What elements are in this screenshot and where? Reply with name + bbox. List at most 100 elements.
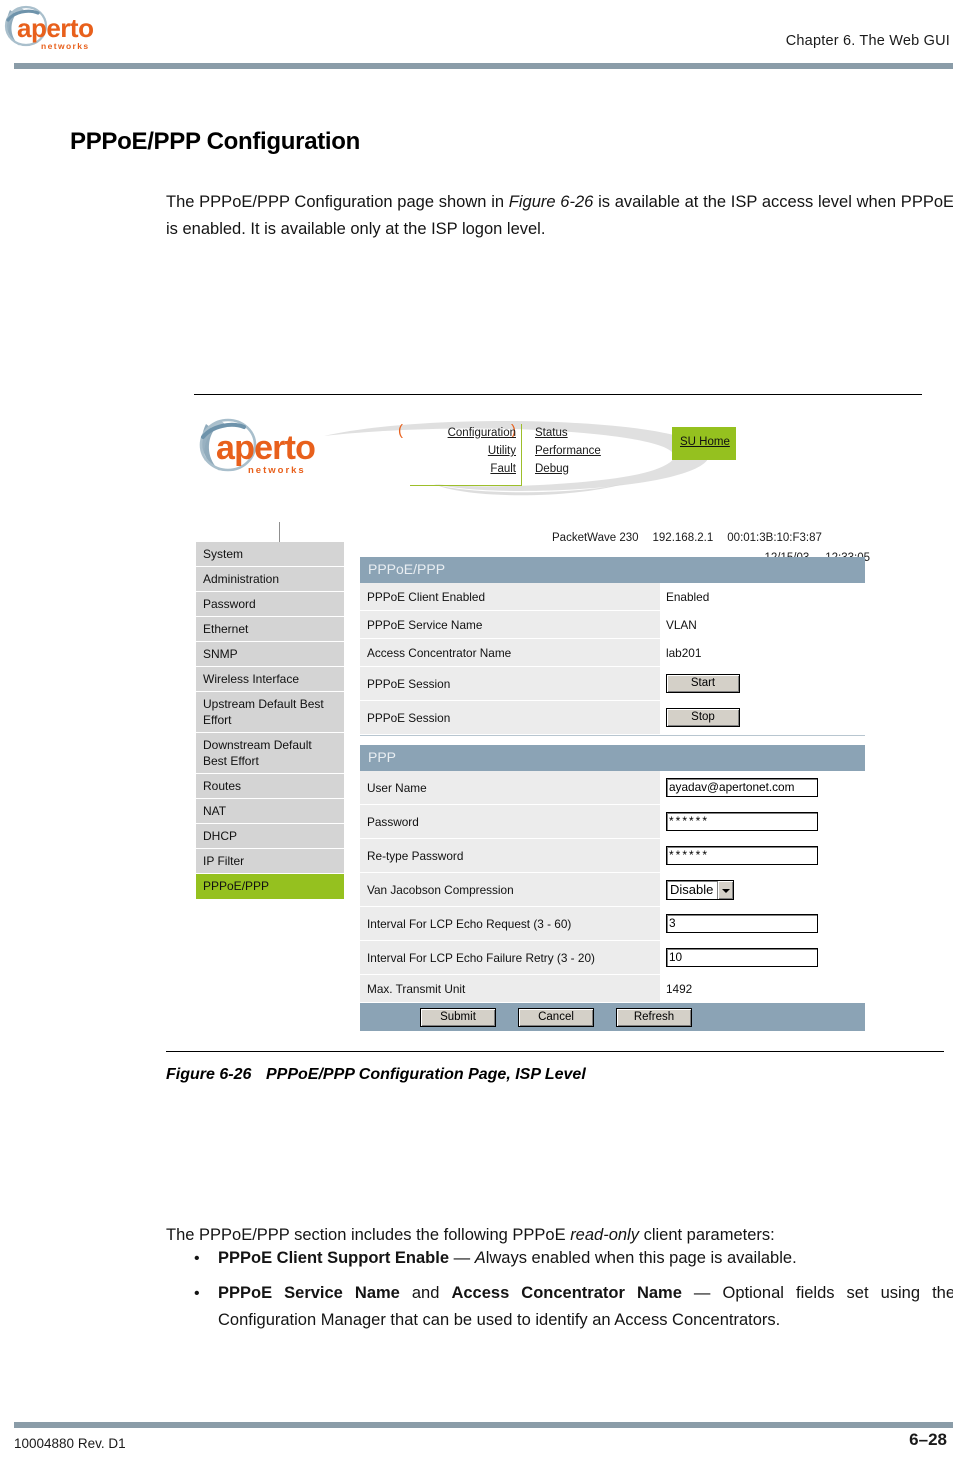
svg-text:aperto: aperto <box>17 13 93 43</box>
password-input[interactable]: ****** <box>666 812 818 831</box>
row-value-van-jacobson-compression: Disable <box>660 873 865 906</box>
row-label-pppoe-client-enabled: PPPoE Client Enabled <box>360 583 660 610</box>
row-value-max-transmit-unit: 1492 <box>660 975 865 1002</box>
row-value-user-name: ayadav@apertonet.com <box>660 771 865 804</box>
submit-button[interactable]: Submit <box>420 1007 496 1027</box>
row-label-lcp-echo-request-interval: Interval For LCP Echo Request (3 - 60) <box>360 907 660 940</box>
start-button[interactable]: Start <box>666 674 740 693</box>
row-label-max-transmit-unit: Max. Transmit Unit <box>360 975 660 1002</box>
lcp-echo-request-interval-input[interactable]: 3 <box>666 914 818 933</box>
device-model: PacketWave 230 <box>552 532 639 544</box>
sidebar-item-downstream-default-best-effort[interactable]: Downstream Default Best Effort <box>196 733 344 774</box>
sidebar-item-dhcp[interactable]: DHCP <box>196 824 344 849</box>
lead-in-italic: read-only <box>570 1225 639 1244</box>
list-item: PPPoE Service Name and Access Concentrat… <box>190 1280 953 1334</box>
figure-top-rule <box>194 394 922 395</box>
pppoe-panel: PPPoE/PPP PPPoE Client Enabled Enabled P… <box>360 557 865 735</box>
lcp-echo-failure-retry-input[interactable]: 10 <box>666 948 818 967</box>
row-label-van-jacobson-compression: Van Jacobson Compression <box>360 873 660 906</box>
bullet-1-dash: — <box>449 1249 475 1267</box>
sidebar-item-routes[interactable]: Routes <box>196 774 344 799</box>
nav-link-fault[interactable]: Fault <box>410 460 516 478</box>
gui-screenshot: aperto networks ( ) Configuration Utilit… <box>194 402 894 1031</box>
svg-text:aperto: aperto <box>216 429 315 467</box>
gui-content-area: PPPoE/PPP PPPoE Client Enabled Enabled P… <box>360 557 865 1031</box>
bullet-1-term: PPPoE Client Support Enable <box>218 1249 450 1267</box>
ppp-panel-title: PPP <box>360 745 865 771</box>
stop-button[interactable]: Stop <box>666 708 740 727</box>
figure-caption: Figure 6-26 PPPoE/PPP Configuration Page,… <box>166 1066 586 1084</box>
sidebar-item-nat[interactable]: NAT <box>196 799 344 824</box>
table-row: PPPoE Client Enabled Enabled <box>360 583 865 611</box>
pppoe-panel-title: PPPoE/PPP <box>360 557 865 583</box>
refresh-button[interactable]: Refresh <box>616 1007 692 1027</box>
intro-text-part1: The PPPoE/PPP Configuration page shown i… <box>166 192 509 211</box>
row-value-pppoe-session-start: Start <box>660 667 865 700</box>
footer-doc-number: 10004880 Rev. D1 <box>14 1436 126 1451</box>
table-row: Interval For LCP Echo Request (3 - 60) 3 <box>360 907 865 941</box>
row-value-password: ****** <box>660 805 865 838</box>
sidebar-item-snmp[interactable]: SNMP <box>196 642 344 667</box>
device-mac: 00:01:3B:10:F3:87 <box>727 532 822 544</box>
chevron-down-icon[interactable] <box>717 880 734 899</box>
row-label-password: Password <box>360 805 660 838</box>
select-value: Disable <box>670 881 714 897</box>
row-value-lcp-echo-request-interval: 3 <box>660 907 865 940</box>
figure-caption-number: Figure 6-26 <box>166 1066 252 1083</box>
row-label-user-name: User Name <box>360 771 660 804</box>
footer-rule <box>14 1422 953 1428</box>
table-row: PPPoE Service Name VLAN <box>360 611 865 639</box>
table-row: PPPoE Session Start <box>360 667 865 701</box>
nav-link-debug[interactable]: Debug <box>535 460 645 478</box>
intro-paragraph: The PPPoE/PPP Configuration page shown i… <box>166 189 953 243</box>
sidebar-tick-mark <box>279 522 280 544</box>
sidebar-item-upstream-default-best-effort[interactable]: Upstream Default Best Effort <box>196 692 344 733</box>
bullet-2-dash: — <box>681 1284 723 1302</box>
nav-link-configuration[interactable]: Configuration <box>410 424 516 442</box>
su-home-button[interactable]: SU Home <box>672 427 736 460</box>
svg-text:networks: networks <box>41 41 90 51</box>
row-label-lcp-echo-failure-retry-interval: Interval For LCP Echo Failure Retry (3 -… <box>360 941 660 974</box>
aperto-logo-header: aperto networks <box>4 4 119 56</box>
row-label-pppoe-session-stop: PPPoE Session <box>360 701 660 734</box>
figure-bottom-rule <box>166 1051 944 1052</box>
table-row: Password ****** <box>360 805 865 839</box>
row-value-access-concentrator-name: lab201 <box>660 639 865 666</box>
bullet-list: PPPoE Client Support Enable — Always ena… <box>190 1245 953 1342</box>
su-home-label: SU Home <box>680 436 730 448</box>
ppp-panel: PPP User Name ayadav@apertonet.com Passw… <box>360 745 865 1031</box>
nav-column-left: Configuration Utility Fault <box>410 424 522 486</box>
sidebar-item-password[interactable]: Password <box>196 592 344 617</box>
figure-block: aperto networks ( ) Configuration Utilit… <box>0 380 953 1080</box>
cancel-button[interactable]: Cancel <box>518 1007 594 1027</box>
user-name-input[interactable]: ayadav@apertonet.com <box>666 778 818 797</box>
row-value-pppoe-client-enabled: Enabled <box>660 583 865 610</box>
sidebar-item-ip-filter[interactable]: IP Filter <box>196 849 344 874</box>
sidebar-item-system[interactable]: System <box>196 542 344 567</box>
header-rule <box>14 63 953 69</box>
bullet-2-mid: and <box>399 1284 452 1302</box>
row-value-lcp-echo-failure-retry-interval: 10 <box>660 941 865 974</box>
sidebar-item-pppoe-ppp[interactable]: PPPoE/PPP <box>196 874 344 899</box>
sidebar-item-ethernet[interactable]: Ethernet <box>196 617 344 642</box>
lead-in-part2: client parameters: <box>638 1225 775 1244</box>
nav-link-utility[interactable]: Utility <box>410 442 516 460</box>
page-title: PPPoE/PPP Configuration <box>70 128 361 156</box>
bullet-1-italic-start: A <box>474 1249 486 1267</box>
row-label-retype-password: Re-type Password <box>360 839 660 872</box>
page-header: aperto networks Chapter 6. The Web GUI <box>0 0 953 70</box>
sidebar-item-wireless-interface[interactable]: Wireless Interface <box>196 667 344 692</box>
nav-link-status[interactable]: Status <box>535 424 645 442</box>
nav-link-performance[interactable]: Performance <box>535 442 645 460</box>
table-row: Interval For LCP Echo Failure Retry (3 -… <box>360 941 865 975</box>
form-action-bar: Submit Cancel Refresh <box>360 1003 865 1031</box>
sidebar-item-administration[interactable]: Administration <box>196 567 344 592</box>
footer-page-number: 6–28 <box>909 1430 947 1449</box>
figure-caption-text: PPPoE/PPP Configuration Page, ISP Level <box>266 1066 586 1083</box>
chapter-header-label: Chapter 6. The Web GUI <box>785 33 950 49</box>
device-ip: 192.168.2.1 <box>652 532 714 544</box>
retype-password-input[interactable]: ****** <box>666 846 818 865</box>
van-jacobson-compression-select[interactable]: Disable <box>666 879 735 900</box>
paren-left-marker: ( <box>398 422 403 439</box>
row-value-pppoe-session-stop: Stop <box>660 701 865 734</box>
